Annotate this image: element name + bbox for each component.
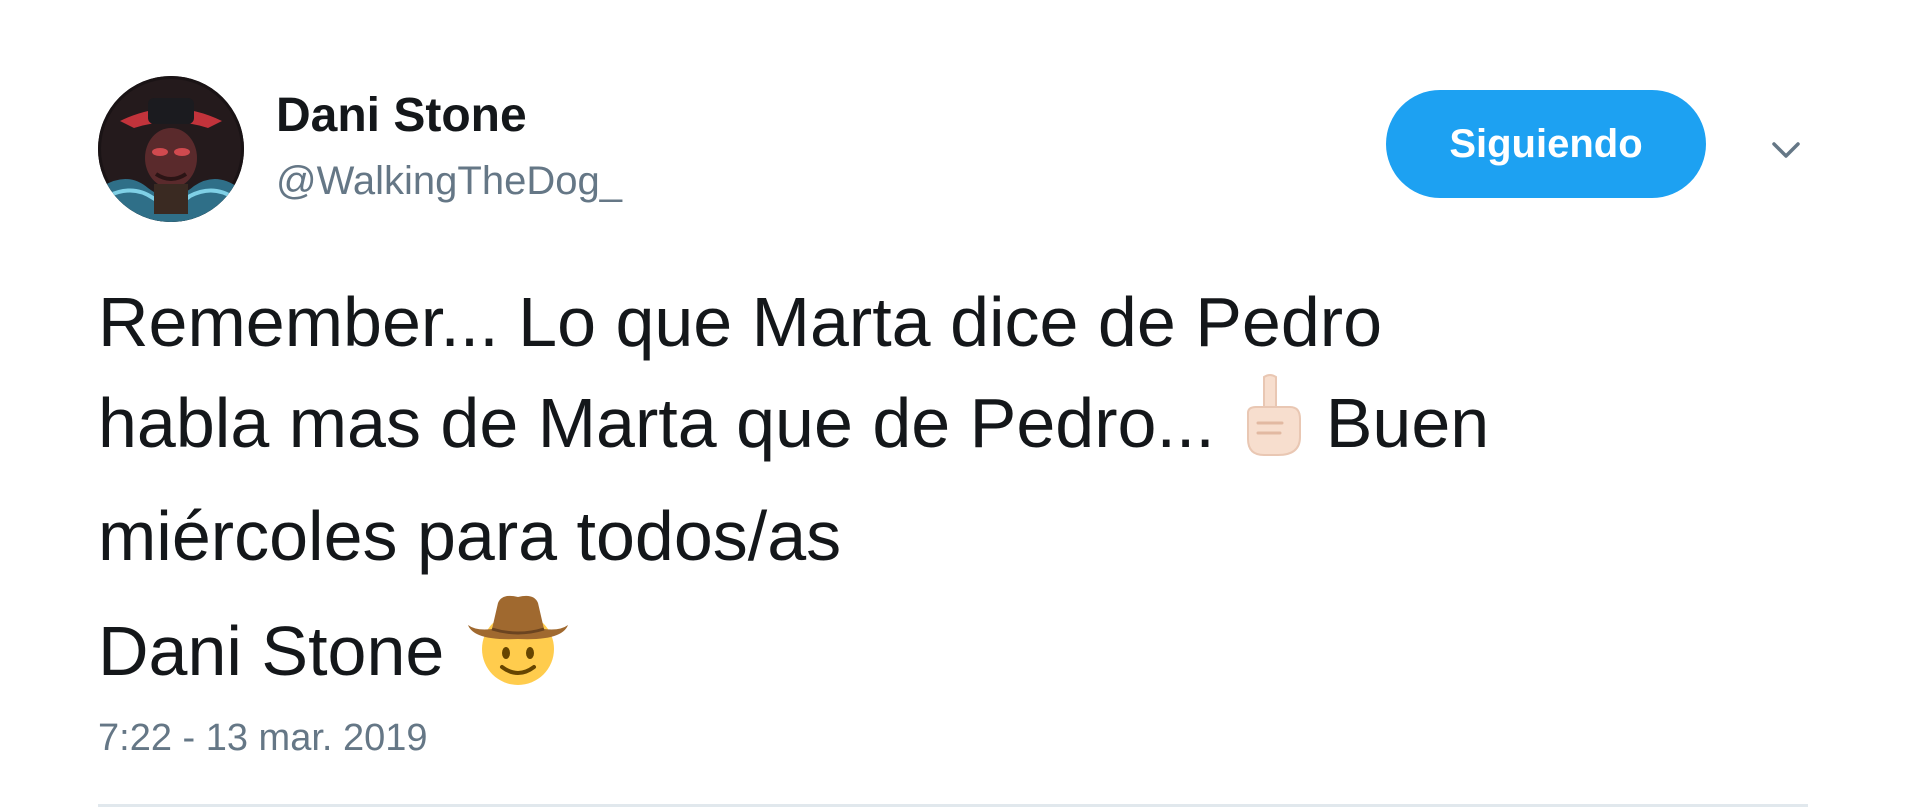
tweet-text: Remember... Lo que Marta dice de Pedro h… [98, 272, 1838, 714]
chevron-down-icon[interactable] [1766, 130, 1806, 170]
tweet-text-line: Dani Stone [98, 587, 1838, 714]
tweet-text-segment: habla mas de Marta que de Pedro... [98, 384, 1235, 462]
user-handle[interactable]: @WalkingTheDog_ [276, 156, 622, 206]
tweet-text-line: habla mas de Marta que de Pedro... Buen [98, 373, 1838, 486]
cowboy-face-emoji [464, 587, 572, 714]
tweet-text-line: Remember... Lo que Marta dice de Pedro [98, 283, 1383, 361]
tweet-text-line: miércoles para todos/as [98, 497, 842, 575]
avatar-image [98, 76, 244, 222]
divider [98, 804, 1808, 807]
tweet-text-segment: Buen [1306, 384, 1490, 462]
display-name[interactable]: Dani Stone [276, 88, 527, 144]
following-button[interactable]: Siguiendo [1386, 90, 1706, 198]
pointing-up-emoji [1234, 373, 1306, 486]
avatar[interactable] [98, 76, 244, 222]
tweet-text-segment: Dani Stone [98, 612, 464, 690]
tweet-timestamp[interactable]: 7:22 - 13 mar. 2019 [98, 714, 428, 762]
tweet-card: Dani Stone @WalkingTheDog_ Siguiendo Rem… [0, 0, 1920, 810]
